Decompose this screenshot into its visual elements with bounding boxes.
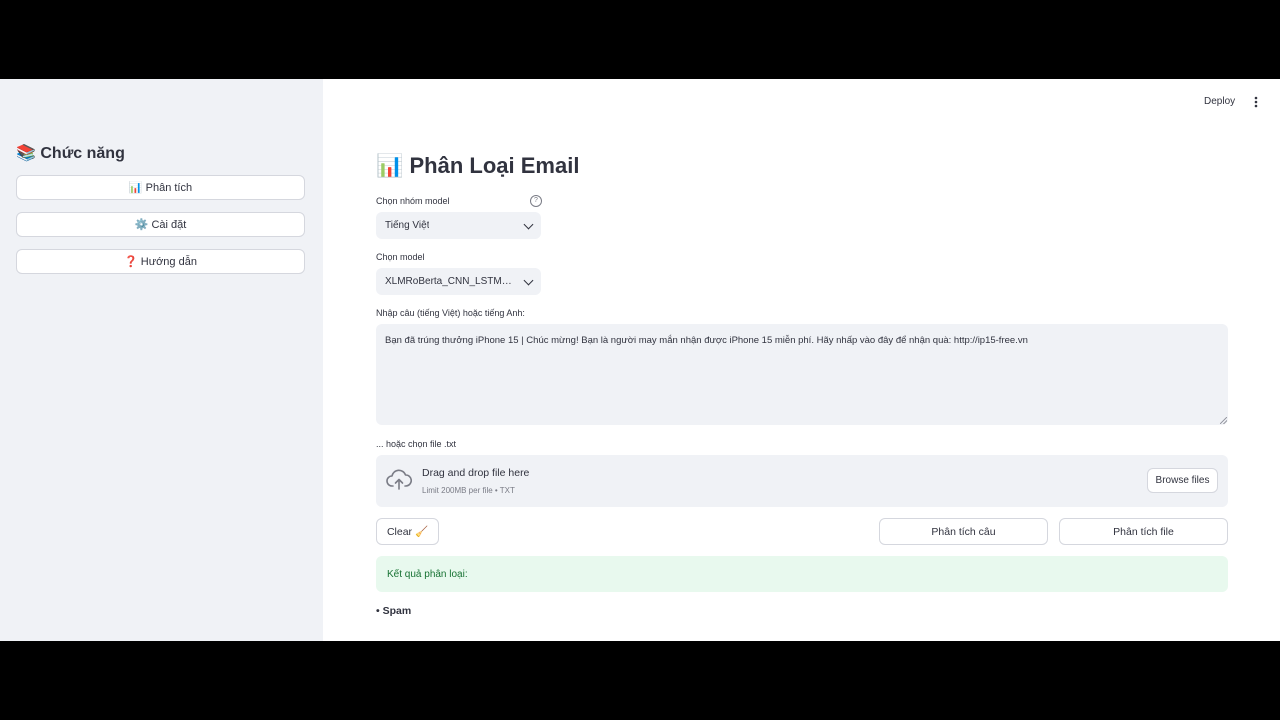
file-dropzone[interactable]: Drag and drop file here Limit 200MB per … (376, 455, 1228, 507)
sidebar-item-huong-dan[interactable]: ❓ Hướng dẫn (16, 249, 305, 274)
cloud-upload-icon (386, 469, 412, 490)
drop-text: Drag and drop file here (422, 467, 530, 479)
model-select[interactable]: XLMRoBerta_CNN_LSTM_... (376, 268, 541, 295)
chevron-down-icon (523, 275, 534, 285)
input-label: Nhập câu (tiếng Việt) hoặc tiếng Anh: (376, 308, 525, 318)
analyze-file-button[interactable]: Phân tích file (1059, 518, 1228, 545)
model-group-value: Tiếng Việt (385, 220, 430, 231)
model-value: XLMRoBerta_CNN_LSTM_... (385, 276, 513, 287)
model-label: Chọn model (376, 252, 425, 262)
sidebar-title: 📚 Chức năng (16, 145, 125, 162)
help-icon[interactable]: ? (530, 195, 542, 207)
analyze-sentence-button[interactable]: Phân tích câu (879, 518, 1048, 545)
app-window: 📚 Chức năng 📊 Phân tích ⚙️ Cài đặt ❓ Hướ… (0, 79, 1280, 641)
limit-text: Limit 200MB per file • TXT (422, 486, 515, 495)
result-item: • Spam (376, 605, 412, 617)
sidebar: 📚 Chức năng 📊 Phân tích ⚙️ Cài đặt ❓ Hướ… (0, 79, 323, 641)
sentence-text: Bạn đã trúng thưởng iPhone 15 | Chúc mừn… (385, 335, 1028, 346)
clear-button[interactable]: Clear 🧹 (376, 518, 439, 545)
sidebar-item-phan-tich[interactable]: 📊 Phân tích (16, 175, 305, 200)
file-label: ... hoặc chọn file .txt (376, 439, 457, 449)
model-group-select[interactable]: Tiếng Việt (376, 212, 541, 239)
page-title: 📊 Phân Loại Email (376, 153, 580, 178)
sidebar-item-cai-dat[interactable]: ⚙️ Cài đặt (16, 212, 305, 237)
deploy-button[interactable]: Deploy (1204, 96, 1235, 107)
chevron-down-icon (523, 219, 534, 229)
resize-handle-icon[interactable] (1220, 417, 1227, 424)
more-menu-icon[interactable] (1250, 94, 1262, 110)
browse-files-button[interactable]: Browse files (1147, 468, 1218, 493)
result-box: Kết quả phân loại: (376, 556, 1228, 592)
model-group-label: Chọn nhóm model (376, 196, 450, 206)
sentence-textarea[interactable]: Bạn đã trúng thưởng iPhone 15 | Chúc mừn… (376, 324, 1228, 425)
result-label: Kết quả phân loại: (387, 568, 468, 580)
